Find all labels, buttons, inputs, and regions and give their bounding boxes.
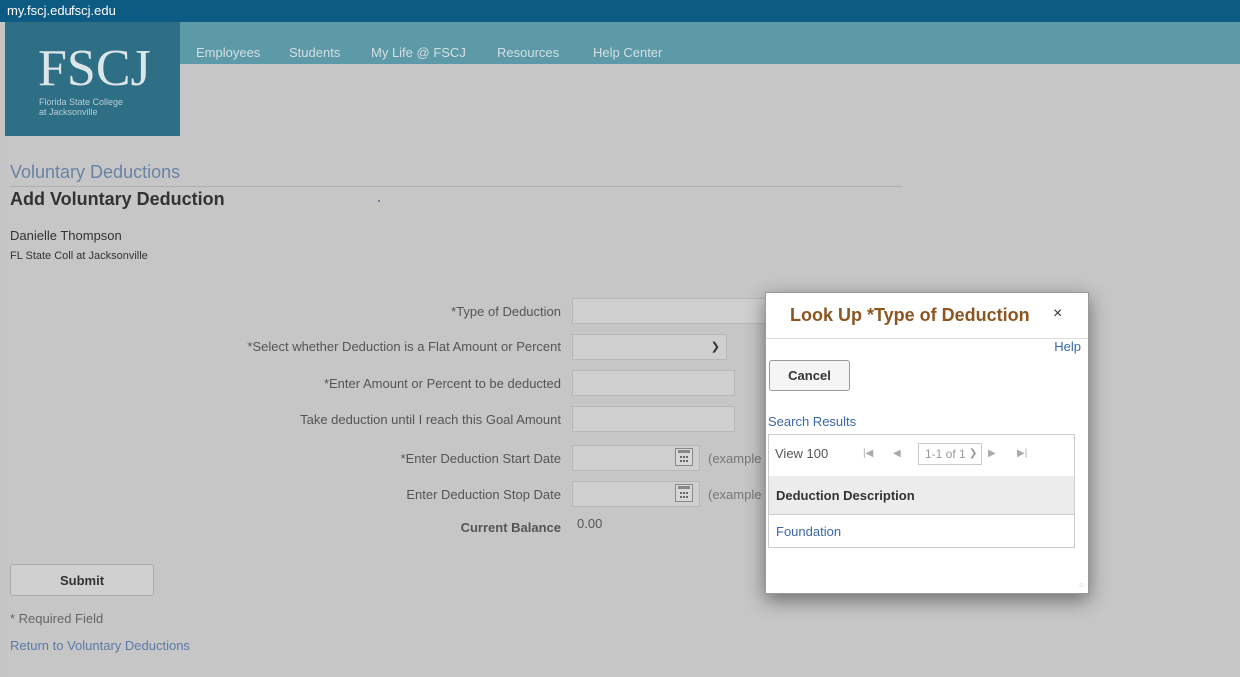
logo-text: FSCJ	[38, 40, 151, 97]
goal-amount-input[interactable]	[572, 406, 735, 432]
stop-date-hint: (example	[708, 487, 762, 502]
flat-or-percent-label: *Select whether Deduction is a Flat Amou…	[247, 339, 561, 354]
calendar-icon[interactable]	[675, 484, 693, 502]
page-selector[interactable]: 1-1 of 1 ❯	[918, 443, 982, 465]
nav-students[interactable]: Students	[289, 45, 340, 60]
flat-or-percent-select[interactable]: ❯	[572, 334, 727, 360]
pager-text: 1-1 of 1	[925, 447, 966, 461]
modal-title: Look Up *Type of Deduction	[790, 305, 1030, 325]
nav-help-center[interactable]: Help Center	[593, 45, 662, 60]
return-to-voluntary-deductions-link[interactable]: Return to Voluntary Deductions	[10, 638, 190, 653]
amount-percent-input[interactable]	[572, 370, 735, 396]
nav-my-life[interactable]: My Life @ FSCJ	[371, 45, 466, 60]
calendar-icon[interactable]	[675, 448, 693, 466]
view-100-link[interactable]: View 100	[775, 446, 828, 461]
grid-navigation: View 100 |◀ ◀ 1-1 of 1 ❯ ▶ ▶|	[769, 435, 1074, 477]
decorative-dot	[378, 200, 380, 202]
amount-percent-label: *Enter Amount or Percent to be deducted	[323, 376, 561, 391]
resize-handle-icon[interactable]: ⁘	[1078, 581, 1085, 590]
search-results-label: Search Results	[768, 414, 857, 429]
fscj-logo[interactable]: FSCJ Florida State College at Jacksonvil…	[5, 22, 180, 136]
goal-amount-label: Take deduction until I reach this Goal A…	[300, 412, 561, 427]
type-of-deduction-label: *Type of Deduction	[451, 304, 561, 319]
start-date-label: *Enter Deduction Start Date	[400, 451, 561, 466]
nav-resources[interactable]: Resources	[497, 45, 559, 60]
column-header-label: Deduction Description	[776, 488, 915, 503]
required-field-note: * Required Field	[10, 611, 104, 626]
chevron-down-icon: ❯	[710, 341, 720, 353]
modal-divider	[766, 338, 1088, 339]
stop-date-label: Enter Deduction Stop Date	[406, 487, 561, 502]
next-page-icon[interactable]: ▶	[988, 448, 996, 459]
cancel-button[interactable]: Cancel	[769, 360, 850, 391]
page-title: Voluntary Deductions	[10, 162, 181, 182]
previous-page-icon[interactable]: ◀	[893, 448, 901, 459]
result-row-foundation[interactable]: Foundation	[776, 524, 841, 539]
chevron-down-icon: ❯	[969, 448, 978, 459]
current-balance-value: 0.00	[577, 516, 603, 531]
column-header-deduction-description[interactable]: Deduction Description	[769, 476, 1074, 515]
title-divider	[10, 186, 902, 187]
link-fscj[interactable]: fscj.edu	[71, 3, 116, 18]
nav-employees[interactable]: Employees	[196, 45, 260, 60]
lookup-modal: Look Up *Type of Deduction × Help Cancel…	[765, 292, 1089, 594]
type-of-deduction-input[interactable]	[572, 298, 768, 324]
current-balance-label: Current Balance	[460, 520, 561, 535]
close-icon[interactable]: ×	[1053, 305, 1062, 323]
company-name: FL State Coll at Jacksonville	[10, 250, 148, 262]
link-my-fscj[interactable]: my.fscj.edu	[7, 3, 72, 18]
submit-button[interactable]: Submit	[10, 564, 154, 596]
start-date-hint: (example	[708, 451, 762, 466]
logo-subtitle: Florida State College at Jacksonville	[39, 97, 124, 117]
employee-name: Danielle Thompson	[10, 228, 122, 243]
results-grid: View 100 |◀ ◀ 1-1 of 1 ❯ ▶ ▶| Deduction …	[768, 434, 1075, 548]
top-bar: my.fscj.edu fscj.edu	[0, 0, 1240, 22]
first-page-icon[interactable]: |◀	[863, 448, 873, 459]
modal-help-link[interactable]: Help	[1054, 339, 1081, 354]
page-subtitle: Add Voluntary Deduction	[10, 189, 225, 209]
last-page-icon[interactable]: ▶|	[1017, 448, 1027, 459]
